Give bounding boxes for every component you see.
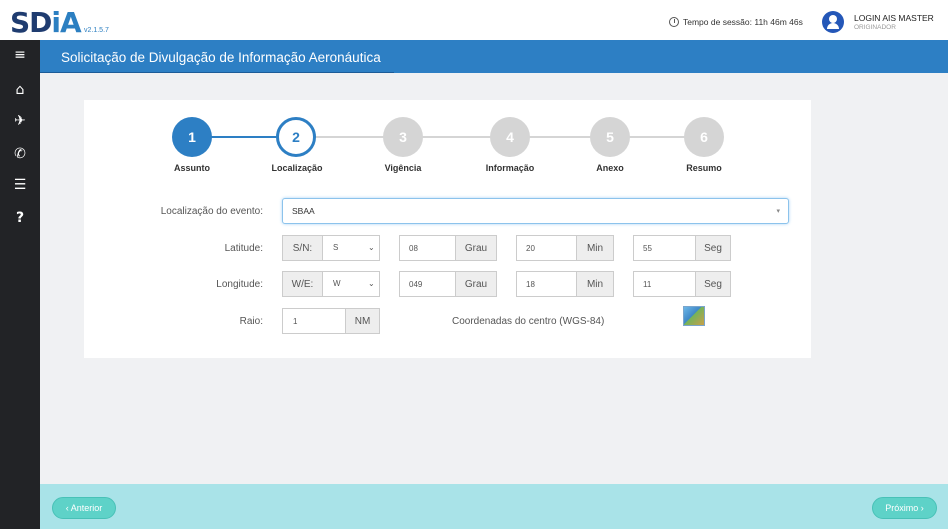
map-icon[interactable] xyxy=(683,306,705,326)
step-1-label: Assunto xyxy=(174,163,210,173)
step-6-label: Resumo xyxy=(686,163,722,173)
lat-min-value: 20 xyxy=(526,244,535,253)
location-value: SBAA xyxy=(292,206,315,216)
lon-min-input[interactable]: 18 xyxy=(516,271,577,297)
plane-icon[interactable]: ✈ xyxy=(0,113,40,129)
lon-deg-input[interactable]: 049 xyxy=(399,271,456,297)
lon-min-value: 18 xyxy=(526,280,535,289)
next-button[interactable]: Próximo › xyxy=(872,497,937,519)
previous-button[interactable]: ‹ Anterior xyxy=(52,497,116,519)
step-5-label: Anexo xyxy=(596,163,624,173)
step-1-circle[interactable]: 1 xyxy=(172,117,212,157)
lat-min-unit: Min xyxy=(576,235,614,261)
lat-sec-input[interactable]: 55 xyxy=(633,235,696,261)
lon-sec-value: 11 xyxy=(643,280,652,289)
lon-deg-value: 049 xyxy=(409,280,423,289)
user-avatar[interactable] xyxy=(822,11,844,33)
lon-min-unit: Min xyxy=(576,271,614,297)
radius-input[interactable]: 1 xyxy=(282,308,346,334)
lat-hemi-value: S xyxy=(333,243,339,252)
session-timer: Tempo de sessão: 11h 46m 46s xyxy=(669,17,803,27)
list-icon[interactable]: ☰ xyxy=(0,177,40,193)
session-text: Tempo de sessão: 11h 46m 46s xyxy=(683,17,803,27)
lat-deg-value: 08 xyxy=(409,244,418,253)
help-icon[interactable]: ? xyxy=(0,210,40,226)
radius-label: Raio: xyxy=(239,316,263,327)
user-name[interactable]: LOGIN AIS MASTER xyxy=(854,13,934,23)
step-2-label: Localização xyxy=(271,163,323,173)
lon-sec-input[interactable]: 11 xyxy=(633,271,696,297)
step-3-circle: 3 xyxy=(383,117,423,157)
top-bar: SDiA v2.1.5.7 Tempo de sessão: 11h 46m 4… xyxy=(0,0,948,40)
step-4-circle: 4 xyxy=(490,117,530,157)
step-4-label: Informação xyxy=(485,163,535,173)
sidebar: ≡ ⌂ ✈ ✆ ☰ ? xyxy=(0,40,40,529)
footer-bar xyxy=(40,484,948,529)
lon-hemi-select[interactable]: W ⌄ xyxy=(322,271,380,297)
lon-deg-unit: Grau xyxy=(455,271,497,297)
lon-hemi-value: W xyxy=(333,279,341,288)
home-icon[interactable]: ⌂ xyxy=(0,82,40,98)
lon-hemi-addon: W/E: xyxy=(282,271,323,297)
coords-label: Coordenadas do centro (WGS-84) xyxy=(452,316,605,327)
radius-unit: NM xyxy=(345,308,380,334)
radius-value: 1 xyxy=(293,317,298,326)
app-version: v2.1.5.7 xyxy=(84,27,109,34)
step-3-label: Vigência xyxy=(384,163,422,173)
clock-icon xyxy=(669,17,679,27)
lat-sec-value: 55 xyxy=(643,244,652,253)
location-select[interactable]: SBAA ▾ xyxy=(282,198,789,224)
app-logo: SDiA xyxy=(10,6,82,39)
page-title: Solicitação de Divulgação de Informação … xyxy=(61,50,381,65)
caret-down-icon: ▾ xyxy=(776,208,780,215)
longitude-label: Longitude: xyxy=(216,279,263,290)
lat-min-input[interactable]: 20 xyxy=(516,235,577,261)
location-label: Localização do evento: xyxy=(160,206,263,217)
lon-sec-unit: Seg xyxy=(695,271,731,297)
step-2-circle[interactable]: 2 xyxy=(276,117,316,157)
chevron-down-icon: ⌄ xyxy=(368,279,375,288)
lat-deg-input[interactable]: 08 xyxy=(399,235,456,261)
latitude-label: Latitude: xyxy=(224,243,263,254)
step-5-circle: 5 xyxy=(590,117,630,157)
menu-icon[interactable]: ≡ xyxy=(0,47,40,63)
lat-deg-unit: Grau xyxy=(455,235,497,261)
lat-sec-unit: Seg xyxy=(695,235,731,261)
page-header: Solicitação de Divulgação de Informação … xyxy=(40,40,948,73)
step-6-circle: 6 xyxy=(684,117,724,157)
user-role: ORIGINADOR xyxy=(854,24,896,31)
lat-hemi-select[interactable]: S ⌄ xyxy=(322,235,380,261)
lat-hemi-addon: S/N: xyxy=(282,235,323,261)
phone-icon[interactable]: ✆ xyxy=(0,146,40,162)
chevron-down-icon: ⌄ xyxy=(368,243,375,252)
